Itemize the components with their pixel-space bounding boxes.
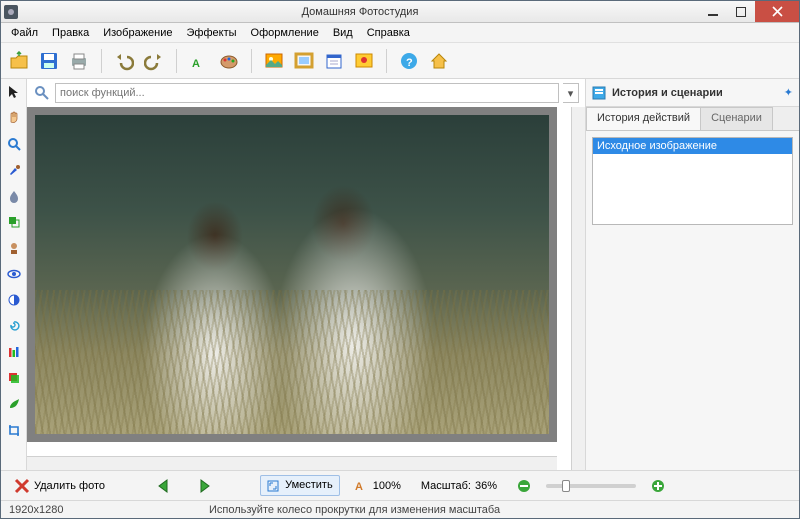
search-icon xyxy=(33,84,51,102)
canvas[interactable] xyxy=(27,107,557,442)
zoom-100-button[interactable]: A 100% xyxy=(350,477,406,495)
horizontal-scrollbar[interactable] xyxy=(27,456,557,470)
frame-button[interactable] xyxy=(292,49,316,73)
layers-tool[interactable] xyxy=(5,369,23,387)
next-button[interactable] xyxy=(190,476,220,496)
scale-label-group: Масштаб: 36% xyxy=(416,478,502,494)
status-hint: Используйте колесо прокрутки для изменен… xyxy=(209,504,500,516)
center-area: ▾ xyxy=(27,79,585,470)
blur-tool[interactable] xyxy=(5,187,23,205)
panel-tabs: История действий Сценарии xyxy=(586,107,799,131)
scale-value: 36% xyxy=(475,480,497,492)
zoom-slider[interactable] xyxy=(546,484,636,488)
save-button[interactable] xyxy=(37,49,61,73)
toolbar-separator xyxy=(251,49,252,73)
zoom-100-label: 100% xyxy=(373,480,401,492)
palette-button[interactable] xyxy=(217,49,241,73)
window-buttons xyxy=(699,1,799,22)
fit-button[interactable]: Уместить xyxy=(260,475,340,495)
print-button[interactable] xyxy=(67,49,91,73)
brush-tool[interactable] xyxy=(5,161,23,179)
toolbar-separator xyxy=(101,49,102,73)
window-title: Домашняя Фотостудия xyxy=(21,6,699,18)
canvas-wrap xyxy=(27,107,585,470)
help-button[interactable]: ? xyxy=(397,49,421,73)
zoom-tool[interactable] xyxy=(5,135,23,153)
stamp-tool[interactable] xyxy=(5,239,23,257)
hand-tool[interactable] xyxy=(5,109,23,127)
zoom-out-button[interactable] xyxy=(512,477,536,495)
svg-text:?: ? xyxy=(406,57,413,69)
zoom-in-button[interactable] xyxy=(646,477,670,495)
toolbar-separator xyxy=(176,49,177,73)
history-item-source[interactable]: Исходное изображение xyxy=(593,138,792,154)
menu-file[interactable]: Файл xyxy=(5,25,44,41)
minimize-button[interactable] xyxy=(699,1,727,22)
svg-text:A: A xyxy=(192,58,200,70)
fit-icon xyxy=(267,480,279,492)
body: ▾ История и сценарии ✦ История действий xyxy=(1,79,799,470)
pointer-tool[interactable] xyxy=(5,83,23,101)
menu-help[interactable]: Справка xyxy=(361,25,416,41)
status-dimensions: 1920x1280 xyxy=(9,504,209,516)
undo-button[interactable] xyxy=(112,49,136,73)
zoom-100-icon: A xyxy=(355,479,369,493)
delete-photo-button[interactable]: Удалить фото xyxy=(9,476,110,496)
search-row: ▾ xyxy=(27,79,585,107)
titlebar: Домашняя Фотостудия xyxy=(1,1,799,23)
zoom-slider-thumb[interactable] xyxy=(562,480,570,492)
toolbar-separator xyxy=(386,49,387,73)
tab-history[interactable]: История действий xyxy=(586,107,701,130)
open-button[interactable] xyxy=(7,49,31,73)
maximize-button[interactable] xyxy=(727,1,755,22)
panel-header: История и сценарии ✦ xyxy=(586,79,799,107)
tab-scenarios[interactable]: Сценарии xyxy=(700,107,773,130)
app-window: Домашняя Фотостудия Файл Правка Изображе… xyxy=(0,0,800,519)
search-input[interactable] xyxy=(55,83,559,103)
menu-image[interactable]: Изображение xyxy=(97,25,178,41)
image-button[interactable] xyxy=(262,49,286,73)
app-icon xyxy=(1,5,21,19)
delete-icon xyxy=(14,478,30,494)
bottom-bar: Удалить фото Уместить A 100% Масштаб: 36… xyxy=(1,470,799,500)
close-button[interactable] xyxy=(755,1,799,22)
vertical-scrollbar[interactable] xyxy=(571,107,585,470)
redo-button[interactable] xyxy=(142,49,166,73)
photo-image xyxy=(35,115,549,434)
levels-tool[interactable] xyxy=(5,343,23,361)
scale-label: Масштаб: xyxy=(421,480,471,492)
leaf-tool[interactable] xyxy=(5,395,23,413)
svg-text:A: A xyxy=(355,481,363,493)
menu-edit[interactable]: Правка xyxy=(46,25,95,41)
text-button[interactable]: A xyxy=(187,49,211,73)
history-icon xyxy=(592,86,606,100)
main-toolbar: A ? xyxy=(1,43,799,79)
search-dropdown[interactable]: ▾ xyxy=(563,83,579,103)
panel-title: История и сценарии xyxy=(612,87,778,99)
fit-label: Уместить xyxy=(285,479,333,491)
tool-sidebar xyxy=(1,79,27,470)
menu-effects[interactable]: Эффекты xyxy=(181,25,243,41)
home-button[interactable] xyxy=(427,49,451,73)
menu-view[interactable]: Вид xyxy=(327,25,359,41)
delete-photo-label: Удалить фото xyxy=(34,480,105,492)
crop-tool[interactable] xyxy=(5,421,23,439)
calendar-button[interactable] xyxy=(322,49,346,73)
postcard-button[interactable] xyxy=(352,49,376,73)
clone-tool[interactable] xyxy=(5,213,23,231)
swirl-tool[interactable] xyxy=(5,317,23,335)
eye-tool[interactable] xyxy=(5,265,23,283)
status-bar: 1920x1280 Используйте колесо прокрутки д… xyxy=(1,500,799,518)
prev-button[interactable] xyxy=(150,476,180,496)
collapse-icon[interactable]: ✦ xyxy=(784,86,793,99)
history-list[interactable]: Исходное изображение xyxy=(592,137,793,225)
contrast-tool[interactable] xyxy=(5,291,23,309)
menu-decor[interactable]: Оформление xyxy=(245,25,325,41)
right-panel: История и сценарии ✦ История действий Сц… xyxy=(585,79,799,470)
menubar: Файл Правка Изображение Эффекты Оформлен… xyxy=(1,23,799,43)
